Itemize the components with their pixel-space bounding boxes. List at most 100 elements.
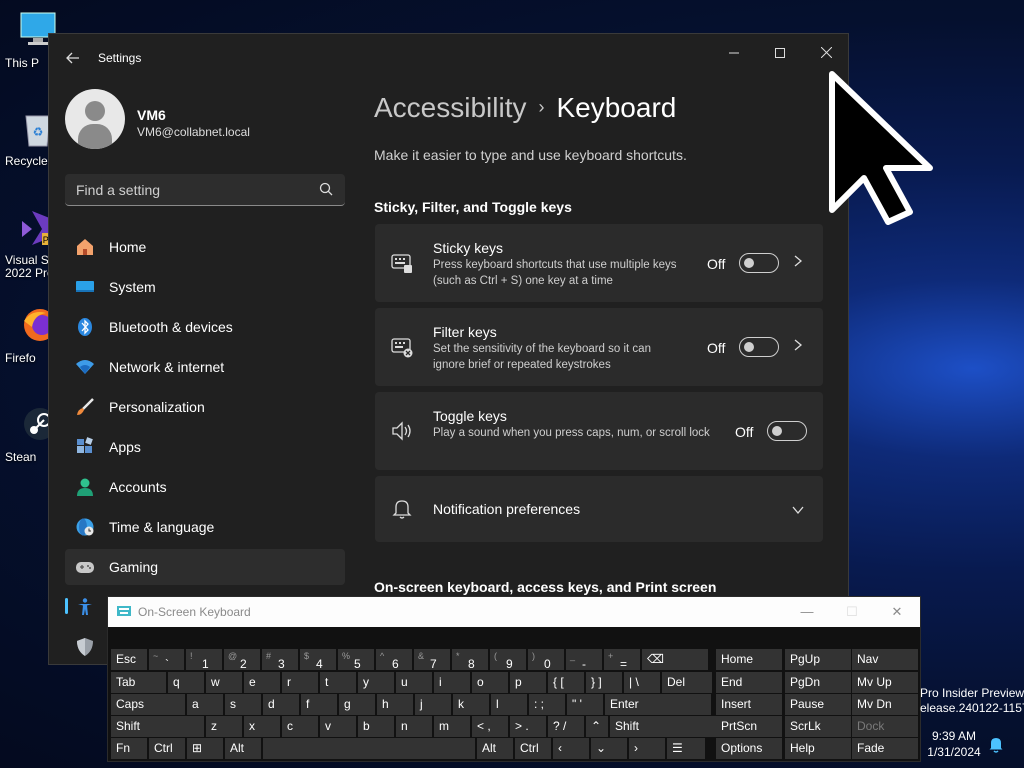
osk-key[interactable]: t — [320, 672, 356, 693]
osk-key[interactable]: Nav — [852, 649, 918, 670]
osk-key[interactable]: @2 — [224, 649, 260, 670]
osk-key[interactable]: ⌫ — [642, 649, 708, 670]
osk-key[interactable]: Alt — [477, 738, 513, 759]
filter-keys-toggle[interactable] — [739, 337, 779, 357]
sidebar-item-accounts[interactable]: Accounts — [65, 469, 345, 505]
osk-key[interactable]: Fade — [852, 738, 918, 759]
osk-key[interactable]: a — [187, 694, 223, 715]
osk-key[interactable]: Enter — [605, 694, 711, 715]
osk-key[interactable]: ^ 6 — [376, 649, 412, 670]
breadcrumb-parent[interactable]: Accessibility — [374, 92, 526, 123]
close-button[interactable] — [803, 38, 848, 68]
osk-key[interactable]: PgUp — [785, 649, 851, 670]
osk-key[interactable]: Esc — [111, 649, 147, 670]
sidebar-item-apps[interactable]: Apps — [65, 429, 345, 465]
osk-key[interactable]: ScrLk — [785, 716, 851, 737]
osk-key[interactable]: w — [206, 672, 242, 693]
osk-key[interactable]: Ctrl — [149, 738, 185, 759]
osk-key[interactable]: Shift — [111, 716, 204, 737]
osk-key[interactable]: d — [263, 694, 299, 715]
osk-key[interactable]: { [ — [548, 672, 584, 693]
osk-key[interactable]: #3 — [262, 649, 298, 670]
osk-key[interactable]: Ctrl — [515, 738, 551, 759]
filter-keys-card[interactable]: Filter keys Set the sensitivity of the k… — [375, 308, 823, 386]
osk-key[interactable]: End — [716, 672, 782, 693]
osk-key[interactable]: h — [377, 694, 413, 715]
osk-key[interactable]: (9 — [490, 649, 526, 670]
back-arrow-icon[interactable] — [65, 50, 81, 66]
avatar[interactable] — [65, 89, 125, 149]
osk-key[interactable]: | \ — [624, 672, 660, 693]
osk-key[interactable]: Alt — [225, 738, 261, 759]
toggle-keys-card[interactable]: Toggle keys Play a sound when you press … — [375, 392, 823, 470]
osk-key[interactable]: Tab — [111, 672, 166, 693]
osk-key[interactable]: p — [510, 672, 546, 693]
osk-key[interactable]: Help — [785, 738, 851, 759]
osk-key[interactable]: x — [244, 716, 280, 737]
osk-key[interactable]: i — [434, 672, 470, 693]
osk-key[interactable]: ⊞ — [187, 738, 223, 759]
osk-key[interactable]: Mv Up — [852, 672, 918, 693]
osk-key[interactable]: e — [244, 672, 280, 693]
osk-key[interactable]: PgDn — [785, 672, 851, 693]
osk-key[interactable]: & 7 — [414, 649, 450, 670]
chevron-right-icon[interactable] — [793, 338, 803, 355]
osk-key[interactable]: > . — [510, 716, 546, 737]
osk-key[interactable]: ~ ` — [149, 649, 184, 670]
osk-key[interactable]: c — [282, 716, 318, 737]
osk-key[interactable]: ‹ — [553, 738, 589, 759]
sticky-keys-card[interactable]: Sticky keys Press keyboard shortcuts tha… — [375, 224, 823, 302]
osk-key[interactable]: Fn — [111, 738, 147, 759]
notification-bell-icon[interactable] — [987, 735, 1005, 753]
sidebar-item-system[interactable]: System — [65, 269, 345, 305]
osk-key[interactable]: b — [358, 716, 394, 737]
osk-key[interactable]: Home — [716, 649, 782, 670]
osk-key[interactable]: f — [301, 694, 337, 715]
osk-key[interactable]: q — [168, 672, 204, 693]
sidebar-item-gaming[interactable]: Gaming — [65, 549, 345, 585]
osk-key[interactable] — [263, 738, 475, 759]
sidebar-item-network[interactable]: Network & internet — [65, 349, 345, 385]
sidebar-item-bluetooth[interactable]: Bluetooth & devices — [65, 309, 345, 345]
chevron-right-icon[interactable] — [793, 254, 803, 271]
osk-key[interactable]: y — [358, 672, 394, 693]
osk-key[interactable]: o — [472, 672, 508, 693]
osk-key[interactable]: Options — [716, 738, 782, 759]
osk-key[interactable]: * 8 — [452, 649, 488, 670]
osk-close-button[interactable]: ✕ — [882, 601, 912, 623]
osk-key[interactable]: ⌃ — [586, 716, 608, 737]
osk-key[interactable]: ) 0 — [528, 649, 564, 670]
minimize-button[interactable] — [711, 38, 757, 68]
osk-key[interactable]: Insert — [716, 694, 782, 715]
osk-key[interactable]: ⌄ — [591, 738, 627, 759]
osk-maximize-button[interactable]: ☐ — [837, 601, 867, 623]
osk-key[interactable]: ! 1 — [186, 649, 222, 670]
osk-key[interactable]: v — [320, 716, 356, 737]
osk-key[interactable]: % 5 — [338, 649, 374, 670]
osk-key[interactable]: m — [434, 716, 470, 737]
osk-key[interactable]: _ - — [566, 649, 602, 670]
taskbar-time[interactable]: 9:39 AM — [919, 729, 989, 743]
osk-key[interactable]: r — [282, 672, 318, 693]
osk-key[interactable]: + = — [604, 649, 640, 670]
search-input[interactable]: Find a setting — [65, 174, 345, 206]
osk-key[interactable]: l — [491, 694, 527, 715]
notification-preferences-card[interactable]: Notification preferences — [375, 476, 823, 542]
osk-title-bar[interactable]: On-Screen Keyboard — ☐ ✕ — [108, 597, 920, 627]
osk-key[interactable]: ? / — [548, 716, 584, 737]
osk-key[interactable]: › — [629, 738, 665, 759]
osk-key[interactable]: : ; — [529, 694, 565, 715]
toggle-keys-toggle[interactable] — [767, 421, 807, 441]
osk-key[interactable]: j — [415, 694, 451, 715]
osk-key[interactable]: < , — [472, 716, 508, 737]
sidebar-item-home[interactable]: Home — [65, 229, 345, 265]
osk-key[interactable]: Dock — [852, 716, 918, 737]
sidebar-item-time-language[interactable]: Time & language — [65, 509, 345, 545]
osk-key[interactable]: " ' — [567, 694, 603, 715]
sidebar-item-personalization[interactable]: Personalization — [65, 389, 345, 425]
osk-key[interactable]: PrtScn — [716, 716, 782, 737]
osk-key[interactable]: $4 — [300, 649, 336, 670]
osk-key[interactable]: n — [396, 716, 432, 737]
osk-key[interactable]: Caps — [111, 694, 185, 715]
osk-key[interactable]: Shift — [610, 716, 718, 737]
